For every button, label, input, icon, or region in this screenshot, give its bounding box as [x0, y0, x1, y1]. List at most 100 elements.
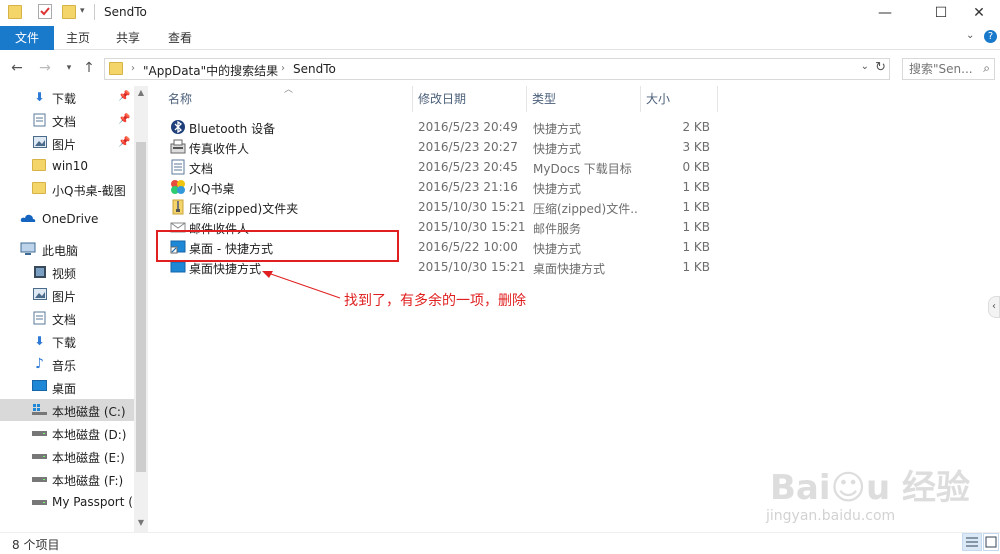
fax-icon — [170, 139, 186, 155]
video-icon — [32, 265, 47, 279]
ribbon-expand-icon[interactable]: ⌄ — [966, 30, 974, 41]
properties-icon[interactable] — [38, 4, 52, 19]
drive-icon — [32, 472, 47, 486]
file-size: 1 KB — [682, 220, 710, 234]
nav-item-drive-f[interactable]: 本地磁盘 (F:) — [0, 468, 134, 490]
close-button[interactable]: ✕ — [956, 0, 1000, 26]
nav-item-drive-e[interactable]: 本地磁盘 (E:) — [0, 445, 134, 467]
forward-arrow-icon[interactable]: → — [36, 60, 54, 76]
quick-access-dropdown-icon[interactable]: ▾ — [80, 6, 85, 16]
ribbon-tabs: 文件 主页 共享 查看 ⌄ ? — [0, 26, 1000, 50]
bluetooth-icon — [170, 119, 186, 135]
breadcrumb-chevron-icon[interactable]: › — [281, 63, 285, 74]
search-input[interactable] — [903, 59, 977, 79]
nav-label: 桌面 — [52, 382, 77, 396]
nav-label: 文档 — [52, 115, 77, 129]
nav-item-onedrive[interactable]: OneDrive — [0, 208, 134, 230]
recent-locations-icon[interactable]: ▾ — [60, 63, 78, 73]
xiaoq-icon — [170, 179, 186, 195]
nav-item-this-pc[interactable]: 此电脑 — [0, 238, 134, 260]
nav-item-win10[interactable]: win10 — [0, 155, 134, 177]
column-header-name[interactable]: 名称 — [160, 86, 410, 112]
search-icon[interactable]: ⌕ — [983, 61, 990, 76]
nav-label: 图片 — [52, 138, 77, 152]
large-icons-view-icon[interactable] — [983, 533, 999, 551]
file-row[interactable]: 传真收件人 2016/5/23 20:27 快捷方式 3 KB — [160, 137, 720, 157]
breadcrumb-chevron-icon[interactable]: › — [131, 63, 135, 74]
nav-item-documents[interactable]: 文档 — [0, 307, 134, 329]
drive-icon — [32, 495, 47, 509]
file-date: 2016/5/23 21:16 — [418, 180, 518, 194]
folder-icon — [32, 159, 46, 171]
nav-item-desktop[interactable]: 桌面 — [0, 376, 134, 398]
refresh-icon[interactable]: ↻ — [875, 60, 886, 75]
file-type: 快捷方式 — [533, 182, 582, 196]
nav-label: 本地磁盘 (D:) — [52, 428, 127, 442]
file-type: 快捷方式 — [533, 122, 582, 136]
column-header-type[interactable]: 类型 — [524, 86, 638, 112]
file-type: 压缩(zipped)文件... — [533, 202, 638, 216]
zip-folder-icon — [170, 199, 186, 215]
file-row[interactable]: Bluetooth 设备 2016/5/23 20:49 快捷方式 2 KB — [160, 117, 720, 137]
breadcrumb-sendto[interactable]: SendTo — [293, 62, 336, 76]
up-arrow-icon[interactable]: ↑ — [80, 60, 98, 76]
nav-item-videos[interactable]: 视频 — [0, 261, 134, 283]
nav-label: 本地磁盘 (F:) — [52, 474, 124, 488]
file-row[interactable]: 文档 2016/5/23 20:45 MyDocs 下载目标 0 KB — [160, 157, 720, 177]
column-header-date[interactable]: 修改日期 — [410, 86, 524, 112]
download-arrow-icon: ⬇ — [34, 90, 45, 104]
column-header-size[interactable]: 大小 — [638, 86, 714, 112]
file-size: 3 KB — [682, 140, 710, 154]
pc-icon — [20, 242, 36, 256]
window-title: SendTo — [104, 5, 147, 19]
column-divider[interactable] — [717, 86, 718, 112]
status-bar: 8 个项目 — [0, 532, 1000, 554]
file-date: 2016/5/22 10:00 — [418, 240, 518, 254]
search-box[interactable]: ⌕ — [902, 58, 995, 80]
address-bar[interactable]: › "AppData"中的搜索结果 › SendTo ⌄ ↻ — [104, 58, 890, 80]
help-icon[interactable]: ? — [984, 30, 997, 43]
nav-item-xiaoq-screenshots[interactable]: 小Q书桌-截图 — [0, 178, 134, 200]
nav-item-drive-c[interactable]: 本地磁盘 (C:) — [0, 399, 134, 421]
back-arrow-icon[interactable]: ← — [8, 60, 26, 76]
breadcrumb-search-results[interactable]: "AppData"中的搜索结果 — [143, 62, 278, 79]
scroll-down-arrow-icon[interactable]: ▼ — [134, 518, 148, 527]
scroll-up-arrow-icon[interactable]: ▲ — [134, 88, 148, 97]
pin-icon[interactable]: 📌 — [118, 114, 130, 125]
nav-item-my-passport[interactable]: My Passport (H — [0, 491, 142, 513]
desktop-icon — [32, 380, 47, 394]
folder-icon — [109, 62, 123, 75]
download-arrow-icon: ⬇ — [34, 334, 45, 348]
nav-scrollbar-thumb[interactable] — [136, 142, 146, 472]
file-type: 快捷方式 — [533, 242, 582, 256]
side-handle-icon[interactable]: ‹ — [988, 296, 1000, 318]
file-row[interactable]: 压缩(zipped)文件夹 2015/10/30 15:21 压缩(zipped… — [160, 197, 720, 217]
windows-drive-icon — [32, 403, 47, 417]
nav-item-pictures-quick[interactable]: 图片 📌 — [0, 132, 134, 154]
title-bar: ▾ SendTo — ☐ ✕ — [0, 0, 1000, 26]
new-folder-icon[interactable] — [62, 5, 76, 19]
tab-file[interactable]: 文件 — [0, 26, 54, 50]
navigation-bar: ← → ▾ ↑ › "AppData"中的搜索结果 › SendTo ⌄ ↻ ⌕ — [0, 50, 1000, 88]
document-icon — [170, 159, 186, 175]
nav-item-pictures[interactable]: 图片 — [0, 284, 134, 306]
file-date: 2016/5/23 20:45 — [418, 160, 518, 174]
tab-share[interactable]: 共享 — [108, 26, 148, 50]
nav-item-music[interactable]: ♪ 音乐 — [0, 353, 134, 375]
details-view-icon[interactable] — [962, 533, 982, 551]
nav-item-downloads[interactable]: ⬇ 下载 — [0, 330, 134, 352]
nav-item-downloads-quick[interactable]: ⬇ 下载 📌 — [0, 86, 134, 108]
tab-view[interactable]: 查看 — [160, 26, 200, 50]
pin-icon[interactable]: 📌 — [118, 137, 130, 148]
nav-label: OneDrive — [42, 212, 99, 226]
file-date: 2015/10/30 15:21 — [418, 260, 526, 274]
baidu-watermark-url: jingyan.baidu.com — [766, 508, 896, 524]
pin-icon[interactable]: 📌 — [118, 91, 130, 102]
address-dropdown-icon[interactable]: ⌄ — [861, 61, 869, 72]
nav-item-documents-quick[interactable]: 文档 📌 — [0, 109, 134, 131]
file-row[interactable]: 小Q书桌 2016/5/23 21:16 快捷方式 1 KB — [160, 177, 720, 197]
nav-item-drive-d[interactable]: 本地磁盘 (D:) — [0, 422, 134, 444]
minimize-button[interactable]: — — [862, 0, 908, 26]
file-name: 桌面快捷方式 — [189, 262, 262, 276]
tab-home[interactable]: 主页 — [58, 26, 98, 50]
